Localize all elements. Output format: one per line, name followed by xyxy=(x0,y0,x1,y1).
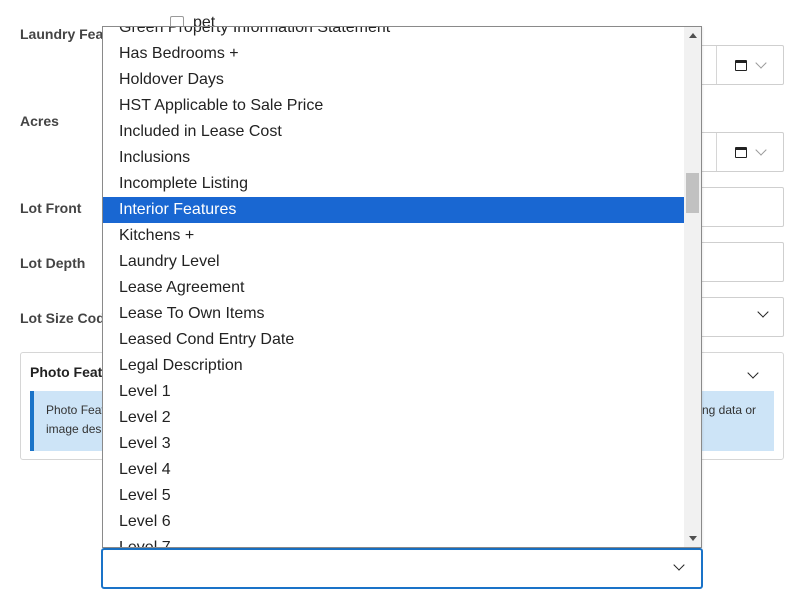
dropdown-option[interactable]: Holdover Days xyxy=(103,67,685,93)
dropdown-option[interactable]: Level 6 xyxy=(103,509,685,535)
dropdown-list[interactable]: Green Property Information Statement Has… xyxy=(102,26,702,548)
dropdown-option-selected[interactable]: Interior Features xyxy=(103,197,685,223)
chevron-down-icon xyxy=(673,559,685,571)
dropdown-option[interactable]: Has Bedrooms + xyxy=(103,41,685,67)
scroll-down-arrow-icon[interactable] xyxy=(689,536,697,541)
dropdown-option[interactable]: Included in Lease Cost xyxy=(103,119,685,145)
dropdown-option[interactable]: Level 2 xyxy=(103,405,685,431)
lot-depth-label: Lot Depth xyxy=(20,255,86,271)
dropdown-option[interactable]: Level 4 xyxy=(103,457,685,483)
lot-size-code-label: Lot Size Code xyxy=(20,310,113,326)
dropdown-option[interactable]: Legal Description xyxy=(103,353,685,379)
chevron-down-icon[interactable] xyxy=(755,57,767,69)
dropdown-options: Green Property Information Statement Has… xyxy=(103,27,685,547)
lot-front-input[interactable] xyxy=(690,187,784,227)
calendar-icon[interactable] xyxy=(735,59,747,71)
dropdown-option[interactable]: Laundry Level xyxy=(103,249,685,275)
acres-label: Acres xyxy=(20,113,59,129)
chevron-down-icon[interactable] xyxy=(747,367,759,379)
dropdown-option[interactable]: Incomplete Listing xyxy=(103,171,685,197)
lot-depth-input[interactable] xyxy=(690,242,784,282)
scroll-up-arrow-icon[interactable] xyxy=(689,33,697,38)
dropdown-option[interactable]: Leased Cond Entry Date xyxy=(103,327,685,353)
dropdown-option[interactable]: Green Property Information Statement xyxy=(103,27,685,41)
calendar-icon[interactable] xyxy=(735,146,747,158)
scrollbar-thumb[interactable] xyxy=(686,173,699,213)
dropdown-option[interactable]: Level 1 xyxy=(103,379,685,405)
info-text-left: Photo Feat image des xyxy=(46,403,105,436)
chevron-down-icon[interactable] xyxy=(755,144,767,156)
laundry-date-input[interactable] xyxy=(690,45,784,85)
lot-size-code-select[interactable] xyxy=(690,297,784,337)
dropdown-option[interactable]: Inclusions xyxy=(103,145,685,171)
dropdown-option[interactable]: Level 7 xyxy=(103,535,685,547)
date-picker-control[interactable] xyxy=(716,133,783,171)
chevron-down-icon xyxy=(757,306,769,318)
dropdown-option[interactable]: Kitchens + xyxy=(103,223,685,249)
page: Laundry Features pet Acres Lot Front Lot… xyxy=(0,0,806,603)
acres-date-input[interactable] xyxy=(690,132,784,172)
dropdown-scrollbar[interactable] xyxy=(684,27,701,547)
dropdown-option[interactable]: Lease Agreement xyxy=(103,275,685,301)
lot-front-label: Lot Front xyxy=(20,200,82,216)
dropdown-option[interactable]: Level 3 xyxy=(103,431,685,457)
dropdown-option[interactable]: Level 5 xyxy=(103,483,685,509)
dropdown-option[interactable]: HST Applicable to Sale Price xyxy=(103,93,685,119)
dropdown-option[interactable]: Lease To Own Items xyxy=(103,301,685,327)
date-picker-control[interactable] xyxy=(716,46,783,84)
field-name-select[interactable] xyxy=(101,548,703,589)
info-text-right: ng data or xyxy=(702,403,757,417)
